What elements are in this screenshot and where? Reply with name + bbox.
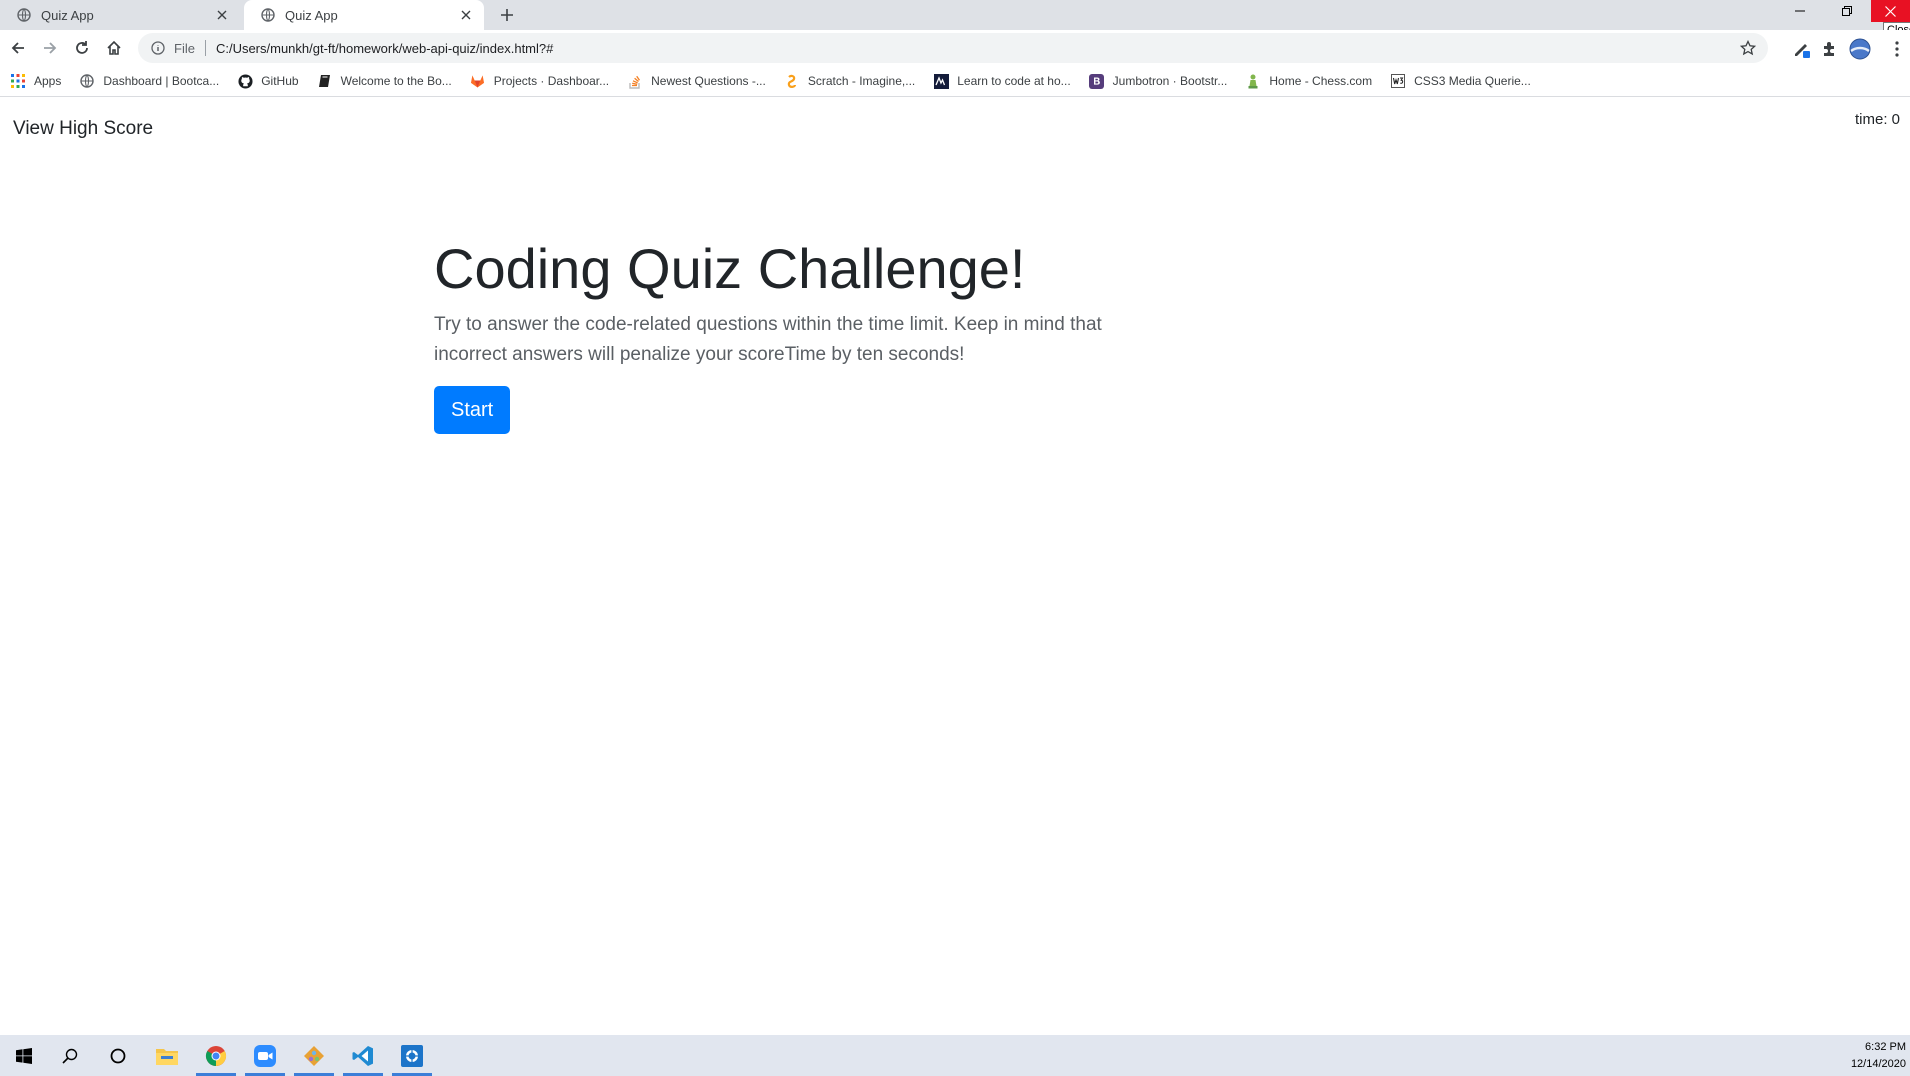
extensions-puzzle-icon[interactable] xyxy=(1818,38,1840,60)
info-icon[interactable] xyxy=(150,40,166,56)
jumbotron: Coding Quiz Challenge! Try to answer the… xyxy=(434,235,1134,435)
back-button[interactable] xyxy=(5,35,31,61)
git-gui-icon[interactable] xyxy=(290,1035,338,1076)
file-explorer-icon[interactable] xyxy=(143,1035,191,1076)
timer-display: time: 0 xyxy=(1854,111,1900,128)
codecademy-icon xyxy=(933,73,949,89)
minimize-button[interactable] xyxy=(1777,0,1823,22)
bookmark-star-icon[interactable] xyxy=(1738,38,1758,58)
clock-time: 6:32 PM xyxy=(1865,1041,1906,1053)
bookmark-label: GitHub xyxy=(261,74,299,88)
profile-avatar-icon[interactable] xyxy=(1849,38,1871,60)
bookmark-label: Home - Chess.com xyxy=(1269,74,1373,88)
extension-pen-icon[interactable] xyxy=(1791,38,1813,60)
tab-title: Quiz App xyxy=(41,7,94,23)
globe-icon xyxy=(79,73,95,89)
bookmark-label: Dashboard | Bootca... xyxy=(103,74,220,88)
gitlab-icon xyxy=(470,73,486,89)
globe-icon xyxy=(261,8,275,22)
github-icon xyxy=(237,73,253,89)
forward-button[interactable] xyxy=(37,35,63,61)
view-high-score-link[interactable]: View High Score xyxy=(13,118,153,140)
tab-quiz-app-1[interactable]: Quiz App xyxy=(0,0,240,30)
bookmark-chess[interactable]: Home - Chess.com xyxy=(1245,73,1372,89)
system-clock[interactable]: 6:32 PM 12/14/2020 xyxy=(1851,1039,1906,1073)
bookmark-apps[interactable]: Apps xyxy=(10,73,61,89)
bookmark-github[interactable]: GitHub xyxy=(237,73,299,89)
taskbar: 6:32 PM 12/14/2020 xyxy=(0,1035,1910,1076)
quiz-description: Try to answer the code-related questions… xyxy=(434,314,1102,366)
chess-icon xyxy=(1245,73,1261,89)
apps-grid-icon xyxy=(10,73,26,89)
bookmark-label: Newest Questions -... xyxy=(651,74,766,88)
screen: Quiz App Quiz App Close xyxy=(0,0,1910,1076)
stackoverflow-icon xyxy=(627,73,643,89)
home-button[interactable] xyxy=(101,35,127,61)
cortana-icon[interactable] xyxy=(94,1035,142,1076)
bookmarks-bar: Apps Dashboard | Bootca... GitHub Welcom… xyxy=(0,66,1910,97)
tab-quiz-app-2[interactable]: Quiz App xyxy=(244,0,484,30)
bookmark-label: Projects · Dashboar... xyxy=(493,74,610,88)
bookmark-dashboard[interactable]: Dashboard | Bootca... xyxy=(79,73,219,89)
scheme-label: File xyxy=(174,40,195,56)
start-button[interactable]: Start xyxy=(434,386,511,435)
bookmark-label: Jumbotron · Bootstr... xyxy=(1112,74,1228,88)
tab-strip: Quiz App Quiz App Close xyxy=(0,0,1910,40)
bookmark-label: Learn to code at ho... xyxy=(957,74,1071,88)
reload-button[interactable] xyxy=(69,35,95,61)
vscode-icon[interactable] xyxy=(339,1035,387,1076)
bookmark-scratch[interactable]: Scratch - Imagine,... xyxy=(784,73,915,89)
web-page: View High Score time: 0 Coding Quiz Chal… xyxy=(0,98,1910,1035)
page-title: Coding Quiz Challenge! xyxy=(434,237,1026,300)
clock-date: 12/14/2020 xyxy=(1850,1058,1906,1070)
address-bar[interactable]: File C:/Users/munkh/gt-ft/homework/web-a… xyxy=(138,33,1768,63)
close-window-button[interactable] xyxy=(1871,0,1910,22)
chrome-icon[interactable] xyxy=(192,1035,240,1076)
bookmark-gitlab[interactable]: Projects · Dashboar... xyxy=(470,73,609,89)
new-tab-button[interactable] xyxy=(496,4,518,26)
app-pin-icon[interactable] xyxy=(388,1035,436,1076)
bootstrap-icon xyxy=(1089,73,1105,89)
menu-kebab-icon[interactable] xyxy=(1886,38,1908,60)
scratch-icon xyxy=(784,73,800,89)
globe-icon xyxy=(17,8,31,22)
zoom-icon[interactable] xyxy=(241,1035,289,1076)
bookmark-bootstrap[interactable]: Jumbotron · Bootstr... xyxy=(1089,73,1228,89)
bookmark-label: Scratch - Imagine,... xyxy=(807,74,916,88)
tab-close-icon[interactable] xyxy=(214,7,230,23)
url-text[interactable]: C:/Users/munkh/gt-ft/homework/web-api-qu… xyxy=(216,41,1738,56)
search-icon[interactable] xyxy=(46,1035,94,1076)
w3-icon xyxy=(1390,73,1406,89)
bookmark-label: CSS3 Media Querie... xyxy=(1414,74,1531,88)
tab-close-icon[interactable] xyxy=(458,7,474,23)
browser-toolbar: File C:/Users/munkh/gt-ft/homework/web-a… xyxy=(0,30,1910,66)
omnibox-divider xyxy=(204,40,206,56)
restore-button[interactable] xyxy=(1824,0,1870,22)
bookmark-stackoverflow[interactable]: Newest Questions -... xyxy=(627,73,766,89)
bookmark-codecademy[interactable]: Learn to code at ho... xyxy=(933,73,1071,89)
windows-start-icon[interactable] xyxy=(0,1035,48,1076)
book-icon xyxy=(317,73,333,89)
tab-title: Quiz App xyxy=(285,7,338,23)
bookmark-welcome[interactable]: Welcome to the Bo... xyxy=(317,73,452,89)
bookmark-label: Apps xyxy=(34,74,62,88)
bookmark-label: Welcome to the Bo... xyxy=(340,74,452,88)
bookmark-css3-media[interactable]: CSS3 Media Querie... xyxy=(1390,73,1531,89)
